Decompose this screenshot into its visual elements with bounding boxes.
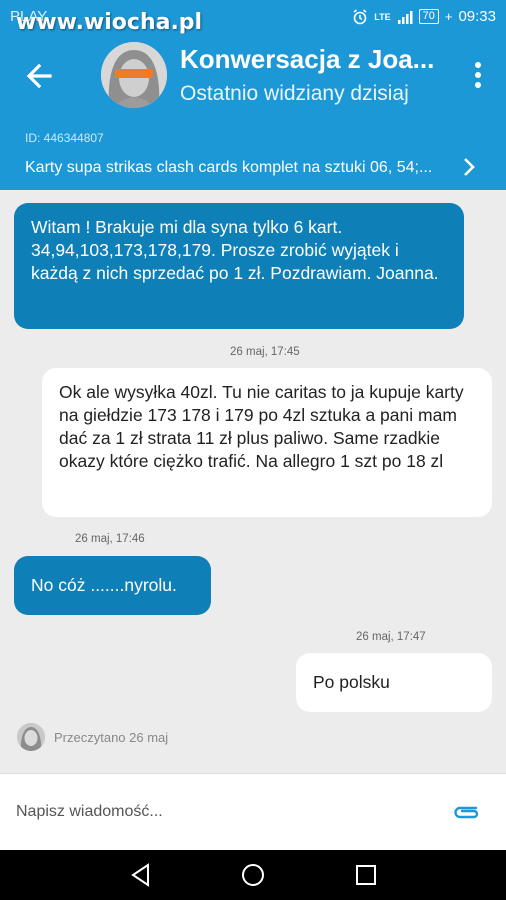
composer [0,773,506,850]
conversation-title: Konwersacja z Joa... [180,44,435,74]
listing-title: Karty supa strikas clash cards komplet n… [25,159,433,176]
last-seen-status: Ostatnio widziany dzisiaj [180,82,409,105]
circle-home-icon [242,864,264,886]
paperclip-icon [454,806,479,819]
chevron-right-icon [464,158,475,176]
message-timestamp: 26 maj, 17:45 [230,346,300,358]
arrow-left-icon [26,63,52,89]
conversation-header: Konwersacja z Joa... Ostatnio widziany d… [0,34,506,124]
avatar[interactable] [101,42,167,108]
back-button[interactable] [20,56,60,96]
status-bar: PLAY www.wiocha.pl LTE 70 + 09:33 [0,0,506,35]
message-bubble-incoming: Witam ! Brakuje mi dla syna tylko 6 kart… [14,203,464,329]
watermark: www.wiocha.pl [16,10,203,35]
nav-recents-button[interactable] [353,862,379,888]
nav-back-button[interactable] [128,862,154,888]
message-input[interactable] [16,798,436,826]
more-vert-icon [475,62,481,88]
listing-id: ID: 446344807 [25,131,104,145]
navigation-bar [0,850,506,900]
square-recents-icon [356,865,376,885]
read-receipt-avatar [17,723,45,751]
network-type: LTE [374,11,391,22]
message-bubble-outgoing: Po polsku [296,653,492,712]
signal-icon [397,10,413,24]
alarm-icon [353,8,367,24]
avatar-photo [101,42,167,108]
charging-icon: + [444,9,453,24]
message-bubble-outgoing: Ok ale wysyłka 40zl. Tu nie caritas to j… [42,368,492,517]
attach-button[interactable] [452,801,482,823]
read-receipt: Przeczytano 26 maj [54,730,169,745]
message-timestamp: 26 maj, 17:46 [75,533,145,545]
battery-level: 70 [418,9,439,24]
more-options-button[interactable] [470,60,486,90]
avatar-photo [17,723,45,751]
message-timestamp: 26 maj, 17:47 [356,631,426,643]
nav-home-button[interactable] [240,862,266,888]
message-bubble-incoming: No cóż .......nyrolu. [14,556,211,615]
message-list[interactable]: Witam ! Brakuje mi dla syna tylko 6 kart… [0,190,506,773]
clock: 09:33 [458,8,496,25]
triangle-back-icon [131,863,149,887]
listing-link[interactable]: ID: 446344807 Karty supa strikas clash c… [0,124,506,190]
status-icons: LTE 70 + 09:33 [352,8,496,25]
